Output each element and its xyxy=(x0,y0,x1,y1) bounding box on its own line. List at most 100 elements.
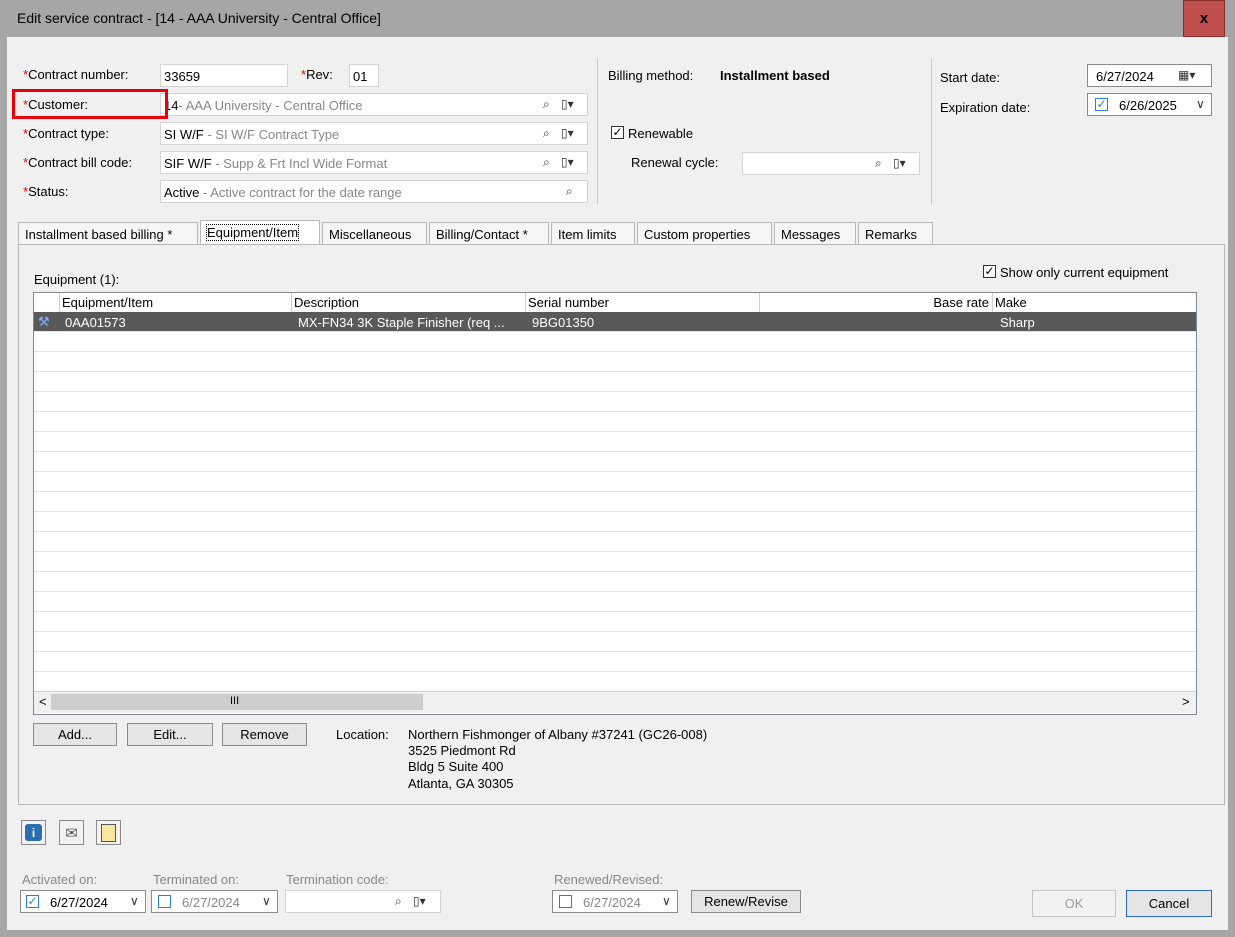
tab-billing-contact[interactable]: Billing/Contact * xyxy=(429,222,549,244)
termination-code-field[interactable]: ⌕ ▯▾ xyxy=(285,890,441,913)
edit-button[interactable]: Edit... xyxy=(127,723,213,746)
cell-item: 0AA01573 xyxy=(65,315,126,330)
empty-row xyxy=(34,532,1196,552)
show-current-checkbox[interactable]: ✓ xyxy=(983,265,996,278)
renewable-checkbox[interactable]: ✓ xyxy=(611,126,624,139)
empty-row xyxy=(34,632,1196,652)
dropdown-icon[interactable]: ▯▾ xyxy=(561,97,574,111)
termination-code-label: Termination code: xyxy=(286,872,389,887)
expiration-date-picker[interactable]: ✓ 6/26/2025 ∨ xyxy=(1087,93,1212,116)
tab-remarks[interactable]: Remarks xyxy=(858,222,933,244)
dropdown-icon[interactable]: ▯▾ xyxy=(893,156,906,170)
terminated-checkbox[interactable] xyxy=(158,895,171,908)
chevron-down-icon[interactable]: ∨ xyxy=(130,894,139,908)
lookup-icon[interactable]: ⌕ xyxy=(543,97,550,112)
customer-field[interactable]: 14- AAA University - Central Office ⌕ ▯▾ xyxy=(160,93,588,116)
column-description[interactable]: Description xyxy=(292,293,526,312)
renewed-checkbox[interactable] xyxy=(559,895,572,908)
tab-miscellaneous[interactable]: Miscellaneous xyxy=(322,222,427,244)
terminated-label: Terminated on: xyxy=(153,872,239,887)
close-icon: x xyxy=(1199,10,1209,27)
lookup-icon[interactable]: ⌕ xyxy=(875,156,882,171)
info-button[interactable]: i xyxy=(21,820,46,845)
copy-button[interactable] xyxy=(96,820,121,845)
scroll-grip: III xyxy=(230,695,240,707)
renewed-label: Renewed/Revised: xyxy=(554,872,664,887)
rev-field[interactable]: 01 xyxy=(349,64,379,87)
attach-button[interactable]: ✉ xyxy=(59,820,84,845)
column-base-rate[interactable]: Base rate xyxy=(760,293,993,312)
renewed-date-picker[interactable]: 6/27/2024 ∨ xyxy=(552,890,678,913)
column-serial-number[interactable]: Serial number xyxy=(526,293,760,312)
dropdown-icon[interactable]: ▯▾ xyxy=(561,126,574,140)
equipment-icon: ⚒ xyxy=(38,314,50,329)
chevron-down-icon[interactable]: ∨ xyxy=(662,894,671,908)
empty-row xyxy=(34,492,1196,512)
lookup-icon[interactable]: ⌕ xyxy=(566,184,573,199)
lookup-icon[interactable]: ⌕ xyxy=(395,894,402,909)
renewal-cycle-label: Renewal cycle: xyxy=(631,155,719,170)
activated-checkbox[interactable]: ✓ xyxy=(26,895,39,908)
empty-row xyxy=(34,592,1196,612)
cell-serial: 9BG01350 xyxy=(532,315,595,330)
contract-type-label: *Contract type: xyxy=(23,126,109,141)
activated-date-picker[interactable]: ✓ 6/27/2024 ∨ xyxy=(20,890,146,913)
status-label: *Status: xyxy=(23,184,69,199)
info-icon: i xyxy=(25,824,42,841)
add-button[interactable]: Add... xyxy=(33,723,117,746)
lookup-icon[interactable]: ⌕ xyxy=(543,155,550,170)
bill-code-label: *Contract bill code: xyxy=(23,155,133,170)
tab-item-limits[interactable]: Item limits xyxy=(551,222,635,244)
tab-messages[interactable]: Messages xyxy=(774,222,856,244)
chevron-down-icon[interactable]: ∨ xyxy=(1196,97,1205,111)
renewal-cycle-field[interactable]: ⌕ ▯▾ xyxy=(742,152,920,175)
remove-button[interactable]: Remove xyxy=(222,723,307,746)
empty-row xyxy=(34,652,1196,672)
billing-method-label: Billing method: xyxy=(608,68,694,83)
scroll-left-icon[interactable]: < xyxy=(39,694,47,709)
equipment-grid: Equipment/Item Description Serial number… xyxy=(33,292,1197,715)
column-equipment-item[interactable]: Equipment/Item xyxy=(60,293,292,312)
terminated-date-picker[interactable]: 6/27/2024 ∨ xyxy=(151,890,278,913)
ok-button[interactable]: OK xyxy=(1032,890,1116,917)
copy-icon xyxy=(101,823,116,842)
tab-equipment-item[interactable]: Equipment/Item xyxy=(200,220,320,244)
start-date-picker[interactable]: 6/27/2024 ▦▾ xyxy=(1087,64,1212,87)
calendar-icon[interactable]: ▦▾ xyxy=(1178,68,1195,82)
billing-method-value: Installment based xyxy=(720,68,830,83)
scroll-right-icon[interactable]: > xyxy=(1182,694,1190,709)
dropdown-icon[interactable]: ▯▾ xyxy=(413,894,426,908)
expiration-checkbox[interactable]: ✓ xyxy=(1095,98,1108,111)
dropdown-icon[interactable]: ▯▾ xyxy=(561,155,574,169)
empty-row xyxy=(34,372,1196,392)
bill-code-field[interactable]: SIF W/F - Supp & Frt Incl Wide Format ⌕ … xyxy=(160,151,588,174)
highlight-box xyxy=(12,89,168,119)
tab-custom-properties[interactable]: Custom properties xyxy=(637,222,772,244)
dialog-window: Edit service contract - [14 - AAA Univer… xyxy=(0,0,1235,937)
empty-row xyxy=(34,552,1196,572)
chevron-down-icon[interactable]: ∨ xyxy=(262,894,271,908)
table-row[interactable]: ⚒ 0AA01573 MX-FN34 3K Staple Finisher (r… xyxy=(34,312,1196,332)
empty-row xyxy=(34,432,1196,452)
cell-description: MX-FN34 3K Staple Finisher (req ... xyxy=(298,315,505,330)
empty-row xyxy=(34,612,1196,632)
divider xyxy=(597,59,598,204)
scroll-thumb[interactable]: III xyxy=(51,694,423,710)
horizontal-scrollbar[interactable]: < III > xyxy=(34,691,1196,713)
lookup-icon[interactable]: ⌕ xyxy=(543,126,550,141)
close-button[interactable]: x xyxy=(1183,0,1225,37)
cancel-button[interactable]: Cancel xyxy=(1126,890,1212,917)
activated-label: Activated on: xyxy=(22,872,98,887)
contract-type-field[interactable]: SI W/F - SI W/F Contract Type ⌕ ▯▾ xyxy=(160,122,588,145)
empty-row xyxy=(34,672,1196,692)
renew-revise-button[interactable]: Renew/Revise xyxy=(691,890,801,913)
column-make[interactable]: Make xyxy=(993,293,1196,312)
renewable-label: Renewable xyxy=(628,126,694,141)
tab-installment-billing[interactable]: Installment based billing * xyxy=(18,222,198,244)
rev-label: *Rev: xyxy=(301,67,333,82)
divider xyxy=(931,59,932,204)
status-field[interactable]: Active - Active contract for the date ra… xyxy=(160,180,588,203)
contract-number-field[interactable]: 33659 xyxy=(160,64,288,87)
empty-row xyxy=(34,412,1196,432)
start-date-label: Start date: xyxy=(940,70,1000,85)
